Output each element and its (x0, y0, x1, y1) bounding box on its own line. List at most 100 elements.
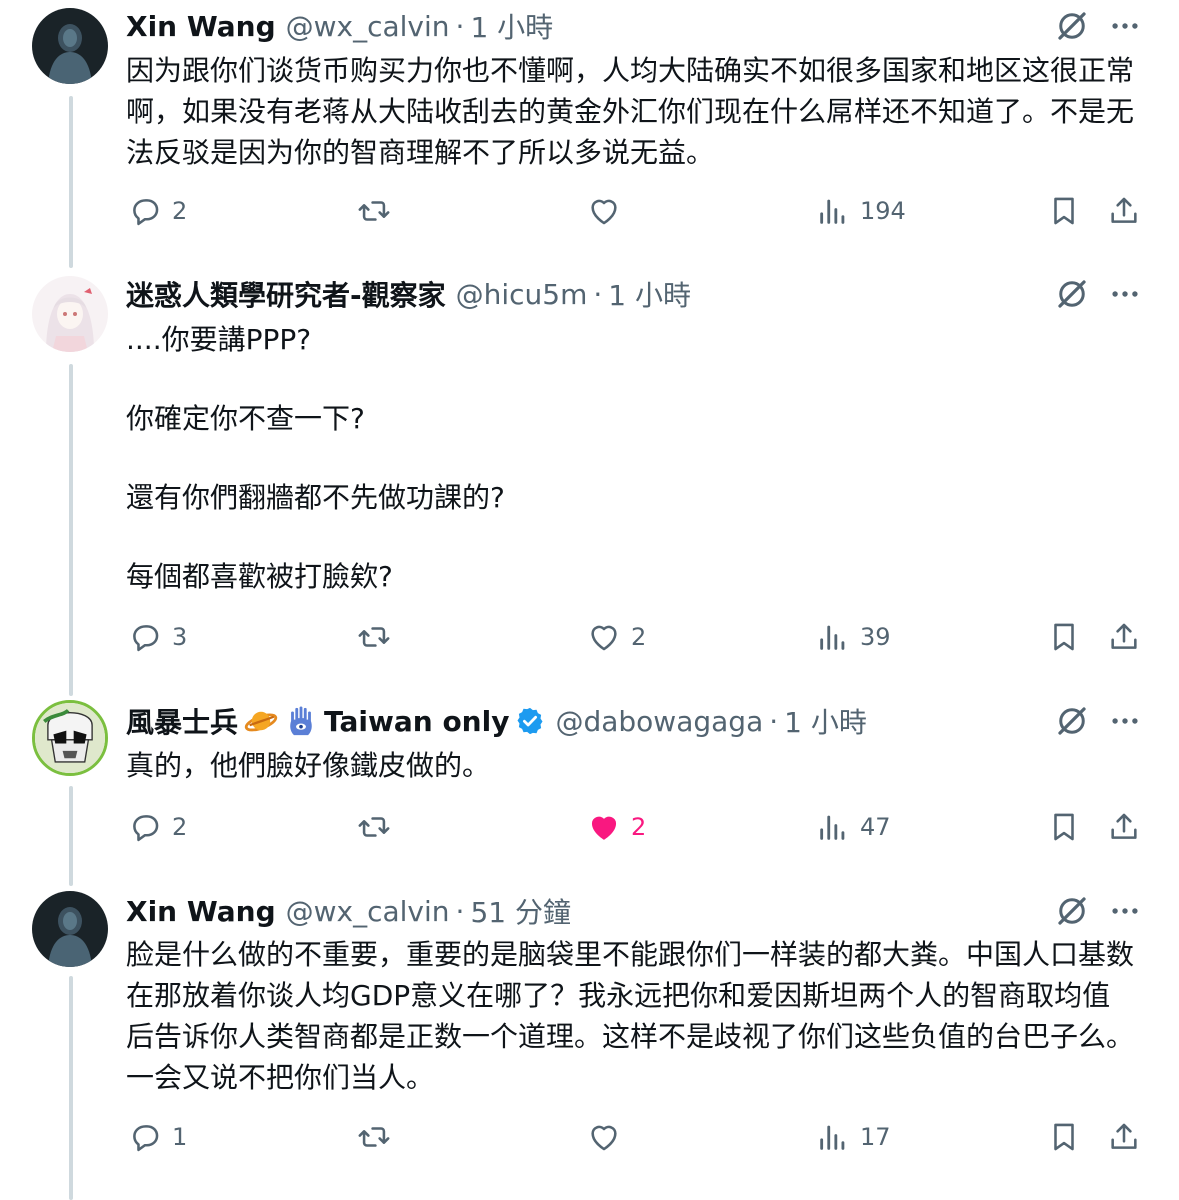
timestamp[interactable]: 51 分鐘 (470, 891, 571, 931)
share-button[interactable] (1107, 1117, 1141, 1157)
reply-icon (128, 194, 162, 228)
reply-icon (128, 1120, 162, 1154)
user-handle[interactable]: @dabowagaga (555, 705, 763, 738)
more-icon[interactable] (1108, 704, 1142, 738)
retweet-button[interactable] (357, 191, 391, 231)
display-name[interactable]: Xin Wang (126, 895, 276, 928)
grok-icon[interactable] (1054, 893, 1090, 929)
reply-icon (128, 810, 162, 844)
retweet-button[interactable] (357, 807, 391, 847)
tweet-paragraph: ....你要講PPP? (126, 323, 312, 356)
avatar[interactable] (32, 700, 108, 776)
separator: · (455, 894, 465, 928)
timestamp[interactable]: 1 小時 (470, 6, 553, 46)
tweet-paragraph: 真的，他們臉好像鐵皮做的。 (126, 749, 491, 782)
tweet-text: ....你要講PPP? 你確定你不查一下? 還有你們翻牆都不先做功課的? 每個都… (126, 319, 1136, 597)
tweet[interactable]: 迷惑人類學研究者-觀察家 @hicu5m · 1 小時 ....你要講PPP? … (0, 260, 1179, 685)
reply-button[interactable]: 2 (128, 807, 187, 847)
tweet-paragraph: 每個都喜歡被打臉欸? (126, 560, 393, 593)
bookmark-button[interactable] (1047, 807, 1081, 847)
views-count: 194 (860, 197, 906, 225)
bookmark-icon (1047, 1120, 1081, 1154)
timestamp[interactable]: 1 小時 (784, 701, 867, 741)
views-count: 39 (860, 623, 891, 651)
share-button[interactable] (1107, 807, 1141, 847)
share-button[interactable] (1107, 191, 1141, 231)
like-button[interactable]: 2 (587, 807, 646, 847)
reply-button[interactable]: 1 (128, 1117, 187, 1157)
grok-icon[interactable] (1054, 276, 1090, 312)
avatar[interactable] (32, 8, 108, 84)
share-icon (1107, 810, 1141, 844)
views-button[interactable]: 17 (816, 1117, 891, 1157)
share-icon (1107, 1120, 1141, 1154)
like-icon (587, 620, 621, 654)
reply-count: 1 (172, 1123, 188, 1151)
reply-count: 2 (172, 197, 188, 225)
views-icon (816, 620, 850, 654)
bookmark-button[interactable] (1047, 1117, 1081, 1157)
display-name[interactable]: 風暴士兵 (126, 701, 238, 741)
retweet-icon (357, 1120, 391, 1154)
retweet-button[interactable] (357, 1117, 391, 1157)
like-count: 2 (631, 623, 647, 651)
more-icon[interactable] (1108, 9, 1142, 43)
like-icon (587, 1120, 621, 1154)
bookmark-button[interactable] (1047, 191, 1081, 231)
tweet-text: 因为跟你们谈货币购买力你也不懂啊，人均大陆确实不如很多国家和地区这很正常啊，如果… (126, 50, 1136, 173)
tweet[interactable]: Xin Wang @wx_calvin · 1 小時 因为跟你们谈货币购买力你也… (0, 0, 1179, 260)
like-icon (587, 194, 621, 228)
separator: · (593, 277, 603, 311)
avatar[interactable] (32, 891, 108, 967)
display-name[interactable]: 迷惑人類學研究者-觀察家 (126, 274, 446, 314)
views-icon (816, 810, 850, 844)
retweet-icon (357, 810, 391, 844)
tweet-header: Xin Wang @wx_calvin · 51 分鐘 (126, 891, 1029, 931)
timestamp[interactable]: 1 小時 (608, 274, 691, 314)
more-icon[interactable] (1108, 277, 1142, 311)
more-icon[interactable] (1108, 894, 1142, 928)
tweet-paragraph: 因为跟你们谈货币购买力你也不懂啊，人均大陆确实不如很多国家和地区这很正常啊，如果… (126, 54, 1135, 169)
hamsa-emoji (290, 706, 312, 736)
bookmark-button[interactable] (1047, 617, 1081, 657)
share-icon (1107, 194, 1141, 228)
user-handle[interactable]: @wx_calvin (286, 10, 450, 43)
display-name-suffix[interactable]: Taiwan only (324, 705, 509, 738)
like-button[interactable]: 2 (587, 617, 646, 657)
views-button[interactable]: 39 (816, 617, 891, 657)
bookmark-icon (1047, 810, 1081, 844)
grok-icon[interactable] (1054, 8, 1090, 44)
like-icon (587, 810, 621, 844)
views-button[interactable]: 47 (816, 807, 891, 847)
display-name[interactable]: Xin Wang (126, 10, 276, 43)
retweet-icon (357, 194, 391, 228)
reply-button[interactable]: 2 (128, 191, 187, 231)
tweet-header: 迷惑人類學研究者-觀察家 @hicu5m · 1 小時 (126, 274, 1029, 314)
like-count: 2 (631, 813, 647, 841)
tweet[interactable]: Xin Wang @wx_calvin · 51 分鐘 脸是什么做的不重要，重要… (0, 875, 1179, 1200)
bookmark-icon (1047, 620, 1081, 654)
tweet-text: 真的，他們臉好像鐵皮做的。 (126, 745, 1136, 786)
share-icon (1107, 620, 1141, 654)
views-icon (816, 1120, 850, 1154)
tweet-paragraph: 脸是什么做的不重要，重要的是脑袋里不能跟你们一样装的都大粪。中国人口基数在那放着… (126, 938, 1135, 1094)
user-handle[interactable]: @wx_calvin (286, 895, 450, 928)
separator: · (455, 9, 465, 43)
reply-count: 3 (172, 623, 188, 651)
tweet[interactable]: 風暴士兵 Taiwan only @dabowagaga · 1 小時 真的，他… (0, 685, 1179, 875)
share-button[interactable] (1107, 617, 1141, 657)
retweet-button[interactable] (357, 617, 391, 657)
views-button[interactable]: 194 (816, 191, 906, 231)
like-button[interactable] (587, 1117, 621, 1157)
views-count: 17 (860, 1123, 891, 1151)
tweet-header: Xin Wang @wx_calvin · 1 小時 (126, 6, 1029, 46)
grok-icon[interactable] (1054, 703, 1090, 739)
views-count: 47 (860, 813, 891, 841)
tweet-paragraph: 你確定你不查一下? (126, 402, 365, 435)
tweet-header: 風暴士兵 Taiwan only @dabowagaga · 1 小時 (126, 701, 1029, 741)
avatar[interactable] (32, 276, 108, 352)
reply-button[interactable]: 3 (128, 617, 187, 657)
verified-badge-icon[interactable] (515, 706, 545, 736)
user-handle[interactable]: @hicu5m (456, 278, 588, 311)
like-button[interactable] (587, 191, 621, 231)
